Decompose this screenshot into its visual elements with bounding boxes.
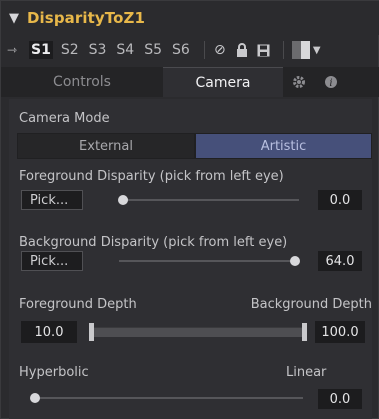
fg-depth-value-field[interactable]: 10.0 [21, 321, 77, 343]
version-s5[interactable]: S5 [142, 41, 164, 59]
bg-disparity-slider-handle[interactable] [290, 256, 300, 266]
save-icon[interactable] [255, 41, 273, 59]
bg-disparity-label: Background Disparity (pick from left eye… [19, 235, 288, 250]
bg-disparity-slider-track[interactable] [119, 260, 295, 262]
version-s6[interactable]: S6 [170, 41, 192, 59]
tool-title: DisparityToZ1 [27, 9, 146, 27]
svg-text:i: i [329, 78, 332, 89]
fg-disparity-label: Foreground Disparity (pick from left eye… [19, 169, 284, 184]
fg-disparity-slider-handle[interactable] [118, 195, 128, 205]
info-icon[interactable]: i [315, 67, 347, 97]
falloff-hyperbolic-label: Hyperbolic [19, 365, 89, 380]
camera-tab-content: Camera Mode External Artistic Foreground… [9, 99, 372, 419]
depth-range-track[interactable] [91, 327, 307, 337]
falloff-value-field[interactable]: 0.0 [318, 389, 362, 409]
inspector-panel: ▼ DisparityToZ1 ⇾ S1 S2 S3 S4 S5 S6 ⊘ ▼ … [0, 0, 379, 419]
fg-depth-label: Foreground Depth [19, 297, 137, 312]
camera-mode-artistic-button[interactable]: Artistic [195, 133, 372, 159]
falloff-slider-track[interactable] [35, 397, 303, 399]
divider [282, 41, 284, 59]
fg-disparity-pick-button[interactable]: Pick... [21, 190, 83, 210]
gear-icon[interactable] [283, 67, 315, 97]
tab-camera[interactable]: Camera [163, 67, 283, 97]
fg-disparity-value-field[interactable]: 0.0 [318, 190, 362, 210]
bg-disparity-value-field[interactable]: 64.0 [318, 251, 362, 271]
version-s1[interactable]: S1 [29, 41, 53, 59]
fg-disparity-slider-track[interactable] [123, 199, 299, 201]
falloff-linear-label: Linear [286, 365, 327, 380]
tile-color-icon[interactable] [291, 41, 310, 59]
camera-mode-external-button[interactable]: External [17, 133, 195, 159]
version-s4[interactable]: S4 [114, 41, 136, 59]
pin-icon[interactable]: ⇾ [7, 43, 29, 57]
version-bar: ⇾ S1 S2 S3 S4 S5 S6 ⊘ ▼ [1, 37, 379, 63]
tab-bar: Controls Camera i [1, 67, 379, 97]
disable-icon[interactable]: ⊘ [211, 41, 229, 59]
depth-range-low-handle[interactable] [89, 323, 94, 341]
bg-disparity-pick-button[interactable]: Pick... [21, 251, 83, 271]
lock-icon[interactable] [233, 41, 251, 59]
depth-range-high-handle[interactable] [302, 323, 307, 341]
chevron-down-icon[interactable]: ▼ [1, 11, 27, 26]
tool-header[interactable]: ▼ DisparityToZ1 [1, 1, 379, 35]
version-s2[interactable]: S2 [59, 41, 81, 59]
divider [203, 41, 205, 59]
falloff-slider-handle[interactable] [30, 393, 40, 403]
camera-mode-label: Camera Mode [19, 111, 110, 126]
chevron-down-icon[interactable]: ▼ [313, 45, 321, 56]
version-s3[interactable]: S3 [87, 41, 109, 59]
tab-spacer [347, 67, 379, 97]
tab-controls[interactable]: Controls [1, 67, 163, 97]
bg-depth-label: Background Depth [250, 297, 372, 312]
bg-depth-value-field[interactable]: 100.0 [315, 321, 365, 343]
